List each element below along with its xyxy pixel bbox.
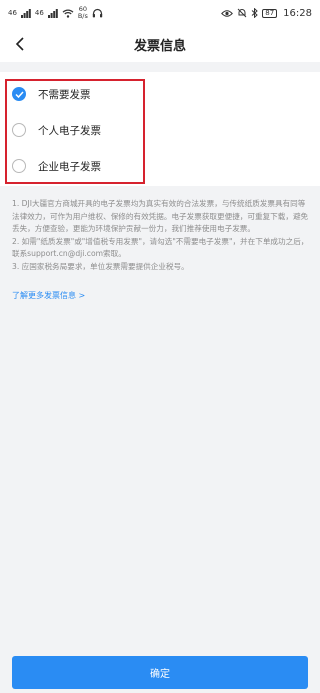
signal-2-label: 46 [34,9,44,17]
option-personal-invoice[interactable]: 个人电子发票 [8,112,308,148]
status-right: 87 16:28 [221,8,312,19]
option-label: 不需要发票 [38,88,91,101]
signal-bars-icon [20,8,31,18]
signal-bars-icon [47,8,58,18]
status-left: 46 46 60 B/s [8,6,103,20]
confirm-button[interactable]: 确定 [12,656,308,689]
speed-unit: B/s [77,12,88,20]
option-label: 个人电子发票 [38,124,101,137]
eye-icon [221,9,234,17]
note-item: 2. 如需"纸质发票"或"增值税专用发票"，请勾选"不需要电子发票"，并在下单成… [12,236,309,259]
invoice-options: 不需要发票 个人电子发票 企业电子发票 [0,72,320,186]
note-item: 3. 应国家税务局要求，单位发票需要提供企业税号。 [12,261,189,271]
back-button[interactable] [10,34,30,54]
status-bar: 46 46 60 B/s 87 16:28 [0,0,320,26]
page-title: 发票信息 [133,38,186,54]
wifi-icon [62,9,74,18]
radio-unchecked-icon[interactable] [12,159,26,173]
signal-1-label: 46 [8,9,17,17]
bluetooth-icon [251,8,258,18]
option-company-invoice[interactable]: 企业电子发票 [8,148,308,184]
option-label: 企业电子发票 [38,160,101,173]
battery-level: 87 [265,8,275,17]
network-speed: 60 B/s [78,6,88,20]
radio-checked-icon[interactable] [12,87,26,101]
silent-bell-icon [237,8,247,18]
radio-unchecked-icon[interactable] [12,123,26,137]
headphones-icon [92,8,103,18]
battery-icon: 87 [262,8,278,18]
check-icon [14,90,24,98]
more-invoice-info-link[interactable]: 了解更多发票信息 > [12,290,85,301]
signal-indicator-2: 46 [35,9,44,17]
chevron-left-icon [15,37,24,51]
option-no-invoice[interactable]: 不需要发票 [8,76,308,112]
status-time: 16:28 [283,7,312,19]
nav-bar: 发票信息 [0,26,320,62]
invoice-notes: 1. DJI大疆官方商城开具的电子发票均为真实有效的合法发票，与传统纸质发票具有… [12,198,312,274]
note-item: 1. DJI大疆官方商城开具的电子发票均为真实有效的合法发票，与传统纸质发票具有… [12,199,309,234]
signal-indicator-1: 46 [8,9,17,17]
